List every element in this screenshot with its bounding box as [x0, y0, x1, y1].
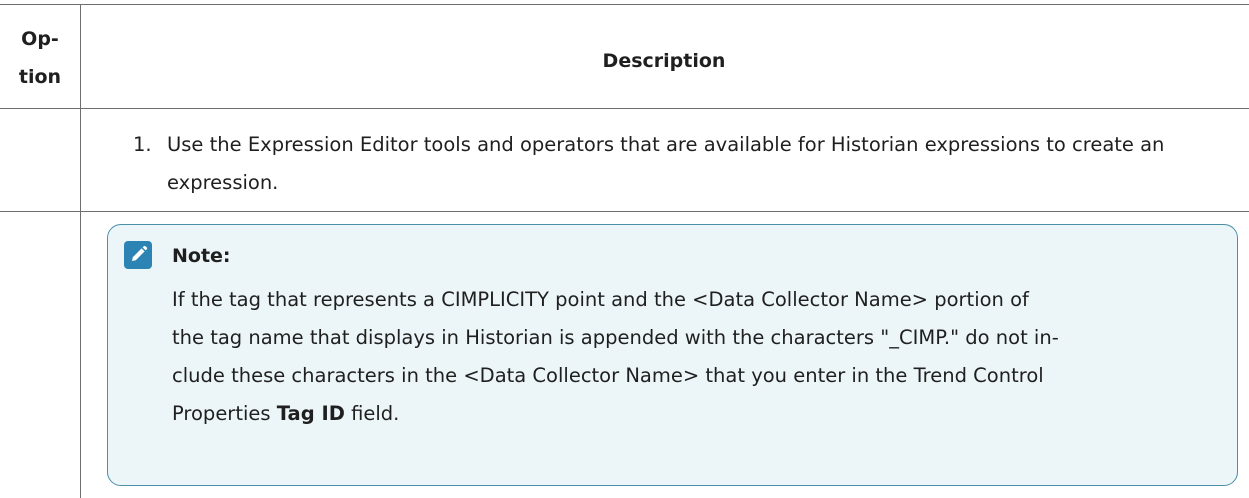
pencil-icon — [124, 241, 152, 269]
note-box: Note: If the tag that represents a CIMPL… — [107, 224, 1238, 486]
note-line-suffix: field. — [344, 402, 400, 425]
header-option-line-1: Op- — [21, 28, 59, 50]
tag-id-label: Tag ID — [276, 402, 345, 425]
note-line: the tag name that displays in Historian … — [172, 326, 1059, 349]
note-line: If the tag that represents a CIMPLICITY … — [172, 288, 1029, 311]
note-body: If the tag that represents a CIMPLICITY … — [172, 281, 1212, 433]
note-line-last: Properties Tag ID field. — [172, 395, 1212, 433]
step-text: Use the Expression Editor tools and oper… — [167, 133, 1165, 194]
table-top-border — [0, 4, 1249, 5]
options-table: Op- tion Description 1. Use the Expressi… — [0, 0, 1249, 498]
note-line: clude these characters in the <Data Coll… — [172, 364, 1044, 387]
row-divider — [0, 211, 1249, 212]
note-line-prefix: Properties — [172, 402, 277, 425]
header-description: Description — [602, 50, 726, 72]
column-divider — [80, 4, 81, 498]
header-option: Op- tion — [10, 20, 70, 96]
note-title: Note: — [172, 245, 231, 267]
header-option-line-2: tion — [18, 66, 62, 88]
header-bottom-border — [0, 108, 1249, 109]
step-number: 1. — [133, 133, 152, 156]
